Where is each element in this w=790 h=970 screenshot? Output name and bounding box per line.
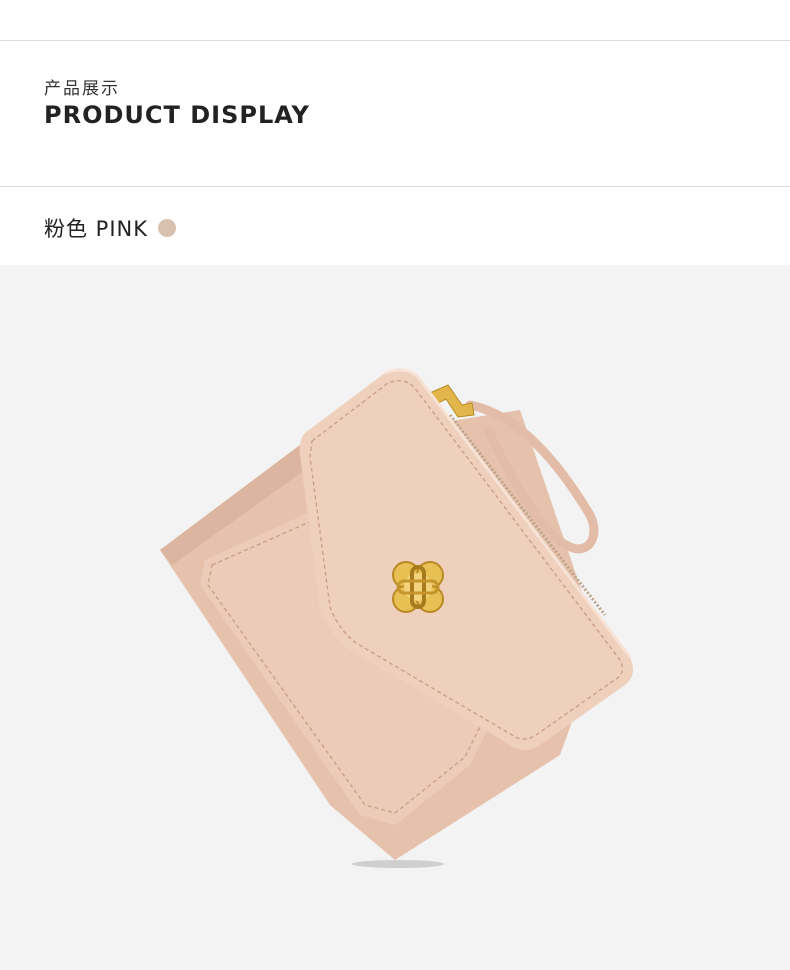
wallet-icon <box>160 368 634 868</box>
wallet-shadow <box>352 860 444 868</box>
divider-middle <box>0 186 790 187</box>
clasp-icon <box>392 561 444 613</box>
section-title: PRODUCT DISPLAY <box>44 101 310 129</box>
divider-top <box>0 40 790 41</box>
section-subtitle: 产品展示 <box>44 79 120 99</box>
color-option-label: 粉色 PINK <box>44 217 149 241</box>
color-swatch <box>158 219 177 237</box>
section-header: 产品展示 PRODUCT DISPLAY <box>44 78 310 130</box>
product-image-area <box>0 265 790 970</box>
color-option: 粉色 PINK <box>44 212 177 244</box>
